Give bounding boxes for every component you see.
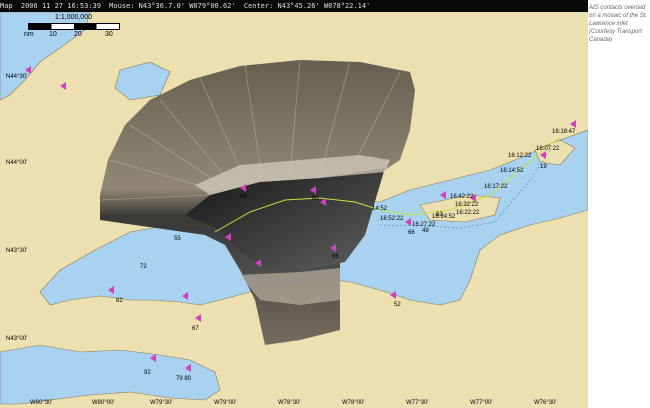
vessel-id-label: 80	[312, 196, 319, 202]
vessel-id-label: 92	[144, 370, 151, 376]
track-time-label: 16:07:22	[536, 146, 560, 152]
vessel-id-label: 82	[116, 298, 123, 304]
map-window[interactable]: Map 2006 11 27 16:53:39 Mouse: N43°36.7.…	[0, 0, 588, 408]
latitude-label: N43°30'	[6, 248, 28, 254]
scale-bar-graphic	[28, 23, 120, 30]
longitude-label: W77°30'	[406, 400, 429, 406]
track-time-label: 16:32:22	[455, 202, 479, 208]
scale-tick-20: 20	[74, 31, 82, 38]
track-time-label: 16:42:22	[450, 194, 474, 200]
vessel-id-label: 86	[332, 254, 339, 260]
longitude-label: W77°00'	[470, 400, 493, 406]
scale-tick-30: 30	[105, 31, 113, 38]
scale-ratio: 1:1,000,000	[55, 14, 92, 21]
longitude-label: W79°00'	[214, 400, 237, 406]
vessel-id-label: 67	[192, 326, 199, 332]
vessel-id-label: 55	[174, 236, 181, 242]
chart-map[interactable]: 16:18:47 16:07:22 16:12:22 16:14:52 16:1…	[0, 12, 588, 408]
vessel-id-label: 64	[240, 194, 247, 200]
track-time-label: 16:18:47	[552, 129, 576, 135]
scale-tick-10: 10	[49, 31, 57, 38]
latitude-label: N44°30'	[6, 74, 28, 80]
longitude-label: W80°30'	[30, 400, 53, 406]
vessel-id-label: 66	[408, 230, 415, 236]
track-time-label: 16:17:22	[484, 184, 508, 190]
figure-caption: AIS contacts overlaid on a mosaic of the…	[589, 5, 648, 43]
vessel-id-label: 52	[394, 302, 401, 308]
vessel-id-label: 19	[540, 164, 547, 170]
vessel-id-label: 63	[436, 212, 443, 218]
vessel-id-label: 72	[140, 264, 147, 270]
track-time-label: 14:52	[372, 206, 388, 212]
track-time-label: 16:52:22	[380, 216, 404, 222]
vessel-id-label: 79 80	[176, 376, 192, 382]
status-cursor-position: Mouse: N43°36.7.0' W079°00.62'	[109, 2, 236, 10]
figure-caption-panel: AIS contacts overlaid on a mosaic of the…	[588, 0, 650, 408]
track-time-label: 16:12:22	[508, 153, 532, 159]
longitude-label: W78°30'	[278, 400, 301, 406]
longitude-label: W78°00'	[342, 400, 365, 406]
status-datetime: 2006 11 27 16:53:39	[20, 2, 101, 10]
track-time-label: 16:14:52	[500, 168, 524, 174]
longitude-label: W80°00'	[92, 400, 115, 406]
vessel-id-label: 49	[422, 228, 429, 234]
longitude-label: W79°30'	[150, 400, 173, 406]
status-map-label: Map	[0, 2, 13, 10]
scale-bar: 1:1,000,000 nm 10 20 30	[20, 14, 125, 48]
status-bar: Map 2006 11 27 16:53:39 Mouse: N43°36.7.…	[0, 0, 588, 12]
latitude-label: N44°00'	[6, 160, 28, 166]
scale-unit: nm	[24, 31, 34, 38]
status-center-position: Center: N43°45.26' W078°22.14'	[243, 2, 371, 10]
latitude-label: N43°00'	[6, 336, 28, 342]
track-time-label: 16:22:22	[456, 210, 480, 216]
longitude-label: W76°30'	[534, 400, 557, 406]
